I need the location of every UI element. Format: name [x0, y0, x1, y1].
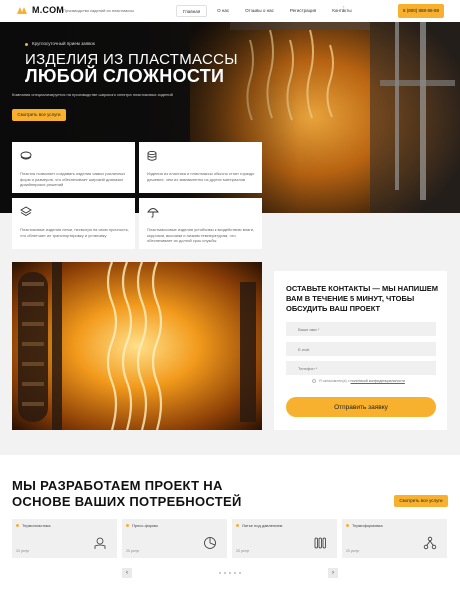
carousel-dot[interactable] — [229, 572, 231, 574]
nav-item-about[interactable]: О нас — [211, 5, 235, 17]
site-header: M.COM Производство изделий из пластмассы… — [0, 0, 460, 22]
logo-icon — [17, 7, 27, 14]
service-name: Пресс-формы — [132, 523, 159, 528]
privacy-policy-link[interactable]: политикой конфиденциальности — [351, 379, 405, 383]
production-photo — [12, 262, 262, 430]
form-title: ОСТАВЬТЕ КОНТАКТЫ — МЫ НАПИШЕМ ВАМ В ТЕЧ… — [286, 284, 438, 313]
network-icon — [423, 536, 437, 550]
service-dot-icon — [236, 524, 239, 527]
carousel-dot[interactable] — [234, 572, 236, 574]
feature-text: Пластиковые изделия легки, несмотря на с… — [20, 227, 129, 238]
nav-item-reviews[interactable]: Отзывы о нас — [239, 5, 280, 17]
service-count: 20 услуг — [126, 549, 140, 553]
feature-text: Изделия из пластика и пластмассы обычно … — [147, 171, 255, 182]
more-menu-icon[interactable]: ⫶ — [343, 6, 345, 13]
submit-button[interactable]: Отправить заявку — [286, 397, 436, 417]
logo-tagline: Производство изделий из пластмассы — [63, 8, 135, 13]
umbrella-icon — [147, 208, 159, 218]
service-card[interactable]: Термопластика 20 услуг — [12, 519, 117, 558]
nav-item-register[interactable]: Регистрация — [284, 5, 322, 17]
service-card[interactable]: Литье под давлением 20 услуг — [232, 519, 337, 558]
stack-icon — [20, 206, 32, 217]
service-name: Термоформовка — [352, 523, 383, 528]
consent-text: Я ознакомлен(а) с — [319, 379, 350, 383]
coins-icon — [147, 150, 157, 161]
service-card[interactable]: Пресс-формы 20 услуг — [122, 519, 227, 558]
feature-card: Пластиковые изделия легки, несмотря на с… — [12, 198, 135, 249]
carousel-next-button[interactable]: › — [328, 568, 338, 578]
service-dot-icon — [346, 524, 349, 527]
layers-icon — [20, 151, 32, 160]
service-count: 20 услуг — [16, 549, 30, 553]
service-card[interactable]: Термоформовка 20 услуг — [342, 519, 447, 558]
feature-card: Пластмассовые изделия устойчивы к воздей… — [139, 198, 262, 249]
service-name: Термопластика — [22, 523, 51, 528]
service-count: 20 услуг — [346, 549, 360, 553]
service-count: 20 услуг — [236, 549, 250, 553]
feature-text: Пластмассовые изделия устойчивы к воздей… — [147, 227, 255, 243]
hero-eyebrow: Круглосуточный прием заявок — [32, 41, 95, 46]
service-dot-icon — [16, 524, 19, 527]
service-name: Литье под давлением — [242, 523, 283, 528]
email-field[interactable] — [286, 342, 436, 356]
nav-item-home[interactable]: Главная — [176, 5, 208, 17]
logo[interactable]: M.COM — [32, 5, 64, 15]
consent-label: Я ознакомлен(а) с политикой конфиденциал… — [319, 379, 405, 383]
main-nav: Главная О нас Отзывы о нас Регистрация К… — [176, 5, 358, 17]
services-title: МЫ РАЗРАБОТАЕМ ПРОЕКТ НА ОСНОВЕ ВАШИХ ПО… — [12, 478, 242, 509]
hand-gear-icon — [94, 537, 106, 549]
carousel-dot[interactable] — [224, 572, 226, 574]
feature-card: Изделия из пластика и пластмассы обычно … — [139, 142, 262, 193]
phone-field[interactable] — [286, 361, 436, 375]
carousel-dots — [219, 572, 241, 574]
pie-chart-icon — [204, 537, 216, 549]
carousel-dot[interactable] — [219, 572, 221, 574]
hero-services-button[interactable]: Смотреть все услуги — [12, 109, 66, 121]
contact-form: ОСТАВЬТЕ КОНТАКТЫ — МЫ НАПИШЕМ ВАМ В ТЕЧ… — [274, 271, 447, 430]
hero-title-line2: ЛЮБОЙ СЛОЖНОСТИ — [25, 66, 225, 86]
phone-button[interactable]: 8 (800) 888-88-88 — [398, 4, 444, 18]
carousel-prev-button[interactable]: ‹ — [122, 568, 132, 578]
service-dot-icon — [126, 524, 129, 527]
production-image — [12, 262, 262, 430]
feature-text: Пластик позволяет создавать изделия самы… — [20, 171, 126, 187]
tubes-icon — [314, 537, 326, 549]
feature-card: Пластик позволяет создавать изделия самы… — [12, 142, 135, 193]
nav-item-contacts[interactable]: Контакты — [326, 5, 357, 17]
services-all-button[interactable]: Смотреть все услуги — [394, 495, 448, 507]
carousel-dot[interactable] — [239, 572, 241, 574]
consent-checkbox[interactable] — [312, 379, 316, 383]
hero-subtitle: Компания специализируется на производств… — [12, 92, 173, 97]
name-field[interactable] — [286, 322, 436, 336]
eyebrow-dot-icon — [25, 43, 28, 46]
